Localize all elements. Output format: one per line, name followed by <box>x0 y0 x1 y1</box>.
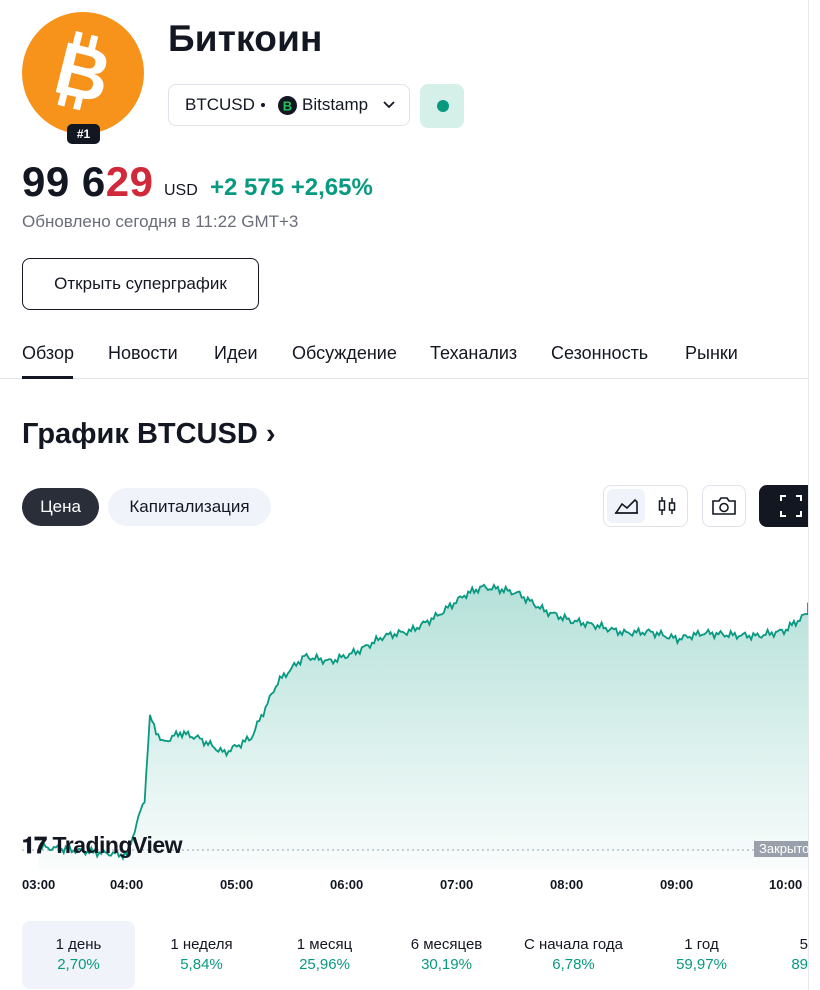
exchange-icon: B <box>278 96 297 115</box>
period-1d[interactable]: 1 день 2,70% <box>22 921 135 989</box>
period-ytd[interactable]: С начала года 6,78% <box>517 921 630 989</box>
price-chart[interactable] <box>0 540 808 870</box>
area-chart-button[interactable] <box>607 489 645 523</box>
price-area-fill <box>38 584 808 870</box>
svg-text:B: B <box>283 99 292 114</box>
currency-label: USD <box>164 182 198 199</box>
price-change: +2 575 +2,65% <box>210 174 373 201</box>
updated-time: Обновлено сегодня в 11:22 GMT+3 <box>22 212 299 231</box>
candles-icon <box>658 497 676 515</box>
period-1y[interactable]: 1 год 59,97% <box>645 921 758 989</box>
tradingview-watermark: 𝟏𝟕 TradingView <box>22 832 183 858</box>
tab-technicals[interactable]: Теханализ <box>430 343 517 364</box>
chart-title-link[interactable]: График BTCUSD › <box>22 418 276 451</box>
tab-ideas[interactable]: Идеи <box>214 343 258 364</box>
x-tick: 10:00 <box>769 877 803 892</box>
camera-icon <box>712 497 736 515</box>
tab-seasonals[interactable]: Сезонность <box>551 343 648 364</box>
market-cap-pill[interactable]: Капитализация <box>108 488 271 526</box>
rank-badge: #1 <box>67 124 100 144</box>
period-1w[interactable]: 1 неделя 5,84% <box>145 921 258 989</box>
x-tick: 03:00 <box>22 877 56 892</box>
x-tick: 09:00 <box>660 877 694 892</box>
exchange-label: Bitstamp <box>302 95 369 114</box>
tab-discussion[interactable]: Обсуждение <box>292 343 397 364</box>
bitcoin-logo: B <box>22 12 144 134</box>
fullscreen-button[interactable] <box>759 485 811 527</box>
period-6m[interactable]: 6 месяцев 30,19% <box>390 921 503 989</box>
tabs-divider <box>0 378 808 379</box>
chevron-down-icon <box>382 97 396 116</box>
svg-text:B: B <box>47 26 119 119</box>
x-tick: 08:00 <box>550 877 584 892</box>
tab-overview[interactable]: Обзор <box>22 343 74 364</box>
x-tick: 07:00 <box>440 877 474 892</box>
tab-news[interactable]: Новости <box>108 343 178 364</box>
tradingview-logo-icon: 𝟏𝟕 <box>22 832 53 858</box>
open-supergraph-button[interactable]: Открыть суперграфик <box>22 258 259 310</box>
fullscreen-icon <box>780 495 802 517</box>
separator-dot <box>261 103 265 107</box>
candles-button[interactable] <box>648 489 686 523</box>
tab-bar: Обзор Новости Идеи Обсуждение Теханализ … <box>22 343 808 379</box>
tab-markets[interactable]: Рынки <box>685 343 738 364</box>
x-tick: 05:00 <box>220 877 254 892</box>
x-tick: 06:00 <box>330 877 364 892</box>
active-tab-indicator <box>22 376 73 379</box>
snapshot-button[interactable] <box>702 485 746 527</box>
price-tick-digits: 29 <box>105 158 154 205</box>
period-1m[interactable]: 1 месяц 25,96% <box>268 921 381 989</box>
last-price: 99 629 <box>22 158 154 205</box>
page-title: Биткоин <box>168 18 323 59</box>
market-open-dot <box>437 100 449 112</box>
price-pill[interactable]: Цена <box>22 488 99 526</box>
x-tick: 04:00 <box>110 877 144 892</box>
area-chart-icon <box>614 498 638 514</box>
bitcoin-icon: B <box>47 26 119 119</box>
symbol-label: BTCUSD <box>185 95 255 114</box>
right-edge-panel <box>808 0 820 990</box>
period-5y[interactable]: 5 89 <box>762 921 808 989</box>
